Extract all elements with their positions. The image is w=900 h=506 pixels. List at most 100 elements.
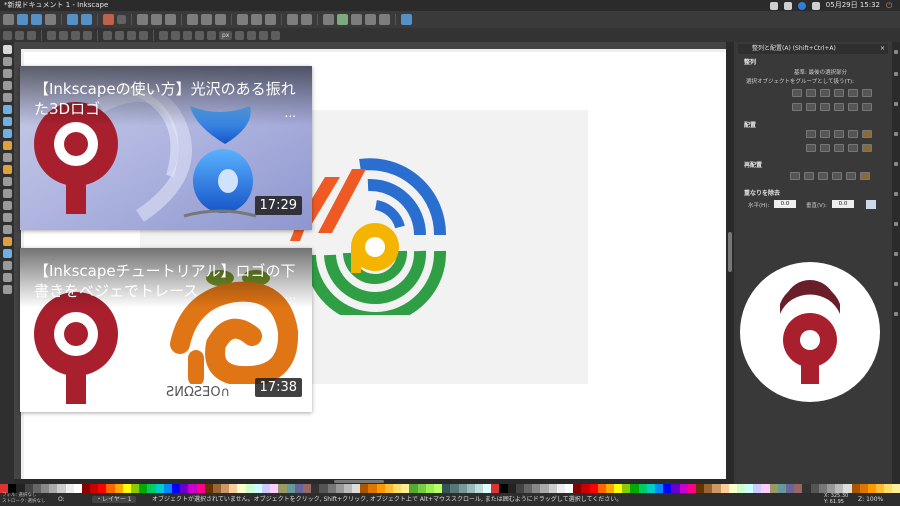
dock-item-icon[interactable] bbox=[894, 50, 898, 54]
video-title[interactable]: 【Inkscapeの使い方】光沢のある振れた3Dロゴ bbox=[34, 79, 304, 119]
palette-swatch[interactable] bbox=[704, 484, 713, 493]
palette-swatch[interactable] bbox=[253, 484, 262, 493]
3dbox-tool-icon[interactable] bbox=[2, 117, 12, 126]
distribute-top-button[interactable] bbox=[806, 144, 816, 152]
palette-swatch[interactable] bbox=[327, 484, 336, 493]
open-file-icon[interactable] bbox=[17, 14, 28, 25]
palette-swatch[interactable] bbox=[425, 484, 434, 493]
palette-swatch[interactable] bbox=[663, 484, 672, 493]
center-horizontal-button[interactable] bbox=[820, 89, 830, 97]
palette-swatch[interactable] bbox=[458, 484, 467, 493]
raise-icon[interactable] bbox=[115, 30, 124, 40]
h-gap-input[interactable]: 0.0 bbox=[774, 200, 796, 208]
channel-logo[interactable] bbox=[740, 262, 880, 402]
zoom-value[interactable]: 100% bbox=[866, 496, 883, 503]
dock-item-icon[interactable] bbox=[894, 162, 898, 166]
opacity-label[interactable]: O: bbox=[58, 493, 65, 506]
zoom-selection-icon[interactable] bbox=[187, 14, 198, 25]
pencil-tool-icon[interactable] bbox=[2, 165, 12, 174]
distribute-bottom-button[interactable] bbox=[834, 144, 844, 152]
palette-swatch[interactable] bbox=[32, 484, 41, 493]
palette-swatch[interactable] bbox=[802, 484, 811, 493]
palette-swatch[interactable] bbox=[106, 484, 115, 493]
flip-v-icon[interactable] bbox=[83, 30, 92, 40]
volume-icon[interactable] bbox=[783, 1, 792, 10]
palette-swatch[interactable] bbox=[843, 484, 852, 493]
fill-stroke-indicator[interactable]: フィル: 選択なし ストローク: 選択なし bbox=[2, 493, 45, 505]
palette-swatch[interactable] bbox=[786, 484, 795, 493]
cut-icon[interactable] bbox=[151, 14, 162, 25]
w-field[interactable] bbox=[183, 30, 192, 40]
palette-swatch[interactable] bbox=[736, 484, 746, 493]
palette-swatch[interactable] bbox=[507, 484, 516, 493]
palette-swatch[interactable] bbox=[24, 484, 33, 493]
pen-tool-icon[interactable] bbox=[2, 177, 12, 186]
palette-swatch[interactable] bbox=[237, 484, 246, 493]
distribute-gaps-v-button[interactable] bbox=[848, 144, 858, 152]
zoom-page-icon[interactable] bbox=[215, 14, 226, 25]
palette-swatch[interactable] bbox=[515, 484, 524, 493]
eraser-tool-icon[interactable] bbox=[2, 225, 12, 234]
dock-item-icon[interactable] bbox=[894, 252, 898, 256]
scale-corners-icon[interactable] bbox=[247, 30, 257, 40]
zoom-drawing-icon[interactable] bbox=[201, 14, 212, 25]
unlink-clone-icon[interactable] bbox=[265, 14, 276, 25]
palette-swatch[interactable] bbox=[614, 484, 623, 493]
move-gradients-icon[interactable] bbox=[259, 30, 269, 40]
tweak-tool-icon[interactable] bbox=[2, 69, 12, 78]
palette-swatch[interactable] bbox=[245, 484, 254, 493]
exchange-clockwise-button[interactable] bbox=[832, 172, 842, 180]
align-baseline-button[interactable] bbox=[862, 89, 872, 97]
palette-swatch[interactable] bbox=[605, 484, 615, 493]
palette-swatch[interactable] bbox=[73, 484, 82, 493]
palette-swatch[interactable] bbox=[311, 484, 320, 493]
import-icon[interactable] bbox=[67, 14, 78, 25]
ellipse-tool-icon[interactable] bbox=[2, 129, 12, 138]
palette-swatch[interactable] bbox=[81, 484, 91, 493]
palette-swatch[interactable] bbox=[483, 484, 492, 493]
palette-swatch[interactable] bbox=[114, 484, 123, 493]
duplicate-icon[interactable] bbox=[237, 14, 248, 25]
horizontal-ruler[interactable] bbox=[14, 42, 726, 49]
palette-swatch[interactable] bbox=[655, 484, 664, 493]
dock-item-icon[interactable] bbox=[894, 222, 898, 226]
dock-item-icon[interactable] bbox=[894, 102, 898, 106]
palette-swatch[interactable] bbox=[343, 484, 353, 493]
palette-swatch[interactable] bbox=[589, 484, 598, 493]
palette-swatch[interactable] bbox=[155, 484, 164, 493]
palette-swatch[interactable] bbox=[671, 484, 680, 493]
relative-to-select[interactable]: 最後の選択部分 bbox=[809, 70, 848, 76]
distribute-baseline-v-button[interactable] bbox=[862, 144, 872, 152]
palette-swatch[interactable] bbox=[499, 484, 508, 493]
paste-icon[interactable] bbox=[165, 14, 176, 25]
palette-swatch[interactable] bbox=[564, 484, 574, 493]
video-title[interactable]: 【Inkscapeチュートリアル】ロゴの下書きをベジェでトレース bbox=[34, 261, 304, 301]
palette-swatch[interactable] bbox=[131, 484, 140, 493]
align-bottom-button[interactable] bbox=[834, 103, 844, 111]
palette-swatch[interactable] bbox=[294, 484, 303, 493]
randomize-button[interactable] bbox=[846, 172, 856, 180]
close-icon[interactable]: × bbox=[880, 44, 885, 54]
center-vertical-button[interactable] bbox=[820, 103, 830, 111]
dropper-tool-icon[interactable] bbox=[2, 273, 12, 282]
power-icon[interactable]: ⏻ bbox=[886, 1, 894, 10]
palette-swatch[interactable] bbox=[90, 484, 99, 493]
lower-icon[interactable] bbox=[127, 30, 136, 40]
palette-swatch[interactable] bbox=[810, 484, 819, 493]
undo-icon[interactable] bbox=[103, 14, 114, 25]
palette-swatch[interactable] bbox=[720, 484, 729, 493]
dock-item-icon[interactable] bbox=[894, 192, 898, 196]
palette-swatch[interactable] bbox=[761, 484, 770, 493]
palette-swatch[interactable] bbox=[474, 484, 484, 493]
vertical-scrollbar[interactable] bbox=[726, 42, 734, 479]
clock[interactable]: 05月29日 15:32 bbox=[826, 0, 880, 11]
move-patterns-icon[interactable] bbox=[271, 30, 281, 40]
more-options-icon[interactable]: ... bbox=[285, 288, 296, 302]
palette-swatch[interactable] bbox=[892, 484, 900, 493]
palette-swatch[interactable] bbox=[188, 484, 197, 493]
unclump-button[interactable] bbox=[860, 172, 870, 180]
palette-swatch[interactable] bbox=[695, 484, 705, 493]
treat-as-group-label[interactable]: 選択オブジェクトをグループとして扱う(T): bbox=[746, 77, 854, 85]
zoom-tool-icon[interactable] bbox=[2, 81, 12, 90]
align-top-edge-button[interactable] bbox=[848, 103, 858, 111]
